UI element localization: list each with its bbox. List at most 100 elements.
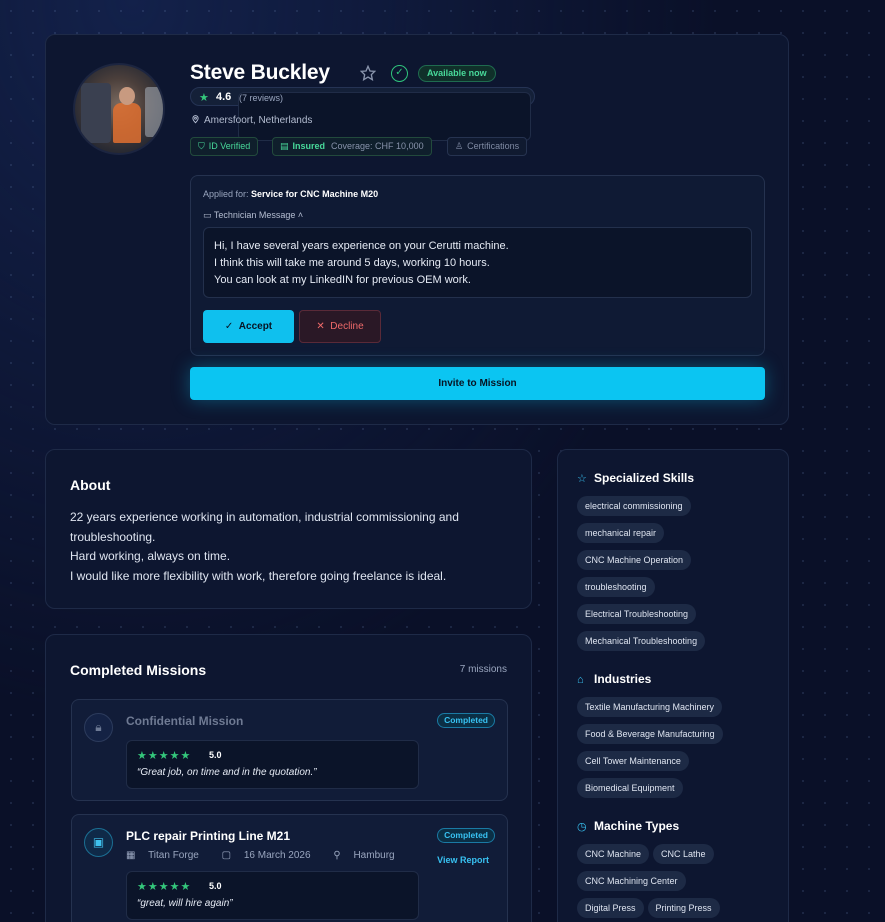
machine-types-title: Machine Types [594,819,680,833]
star-outline-icon: ☆ [577,473,587,485]
skill-tag: mechanical repair [577,523,665,543]
accept-button[interactable]: ✓ Accept [203,310,294,343]
skill-tag: Electrical Troubleshooting [577,604,697,624]
mission-item[interactable]: ▣ PLC repair Printing Line M21 Completed… [71,814,508,922]
skill-tag: troubleshooting [577,577,655,597]
message-line: Hi, I have several years experience on y… [214,240,509,252]
certifications-chip[interactable]: ♙ Certifications [447,137,528,156]
location-text: Amersfoort, Netherlands [204,115,313,126]
mission-review: ★★★★★ 5.0 “great, will hire again” [126,871,419,920]
star-icon: ★ [199,92,209,104]
check-icon: ✓ [224,321,234,332]
machine-tag: Printing Press [647,898,720,918]
specialized-skills-heading: ☆ Specialized Skills [577,471,694,485]
industries-heading: ⌂ Industries [577,672,651,686]
technician-message-label: Technician Message [213,210,296,220]
rating-pill: ★ 4.6 (7 reviews) [190,87,535,141]
calendar-icon: ▢ [221,850,232,861]
about-line: 22 years experience working in automatio… [70,510,459,544]
about-line: Hard working, always on time. [70,549,231,563]
message-line: I think this will take me around 5 days,… [214,257,490,269]
location-pin-icon [192,115,199,124]
missions-title: Completed Missions [70,662,207,678]
award-icon: ♙ [455,141,464,151]
industries-list: Textile Manufacturing Machinery Food & B… [577,697,777,805]
coverage-label: Coverage: CHF 10,000 [331,141,424,151]
machine-types-heading: ◷ Machine Types [577,819,679,833]
skill-tag: Mechanical Troubleshooting [577,631,706,651]
availability-badge: Available now [418,65,496,82]
skills-card: ☆ Specialized Skills electrical commissio… [557,449,789,922]
skill-tag: electrical commissioning [577,496,691,516]
city-text: Hamburg [353,850,395,861]
message-line: You can look at my LinkedIN for previous… [214,274,471,286]
applied-for-mission: Service for CNC Machine M20 [251,189,379,199]
city: ⚲ Hamburg [333,850,404,861]
briefcase-icon: ▣ [84,828,113,857]
avatar [73,63,165,155]
id-verified-label: ID Verified [208,141,251,151]
favorite-star-icon[interactable] [360,65,376,81]
missions-count: 7 missions [459,664,507,675]
shield-icon: ⛉ [198,141,205,151]
rating-value: 4.6 [216,91,232,103]
x-icon: ✕ [316,321,325,332]
status-badge: Completed [437,828,495,843]
mission-meta: ▦ Titan Forge ▢ 16 March 2026 ⚲ Hamburg [126,850,415,861]
location-pin-icon: ⚲ [333,850,341,861]
machine-types-list: CNC Machine CNC Lathe CNC Machining Cente… [577,844,777,922]
applied-for: Applied for: Service for CNC Machine M20 [203,189,378,199]
review-score: 5.0 [209,881,222,891]
completed-missions-card: Completed Missions 7 missions 🔒︎ Confide… [45,634,532,922]
technician-message-toggle[interactable]: ▭ Technician Message ˄ [203,210,303,221]
industry-tag: Cell Tower Maintenance [577,751,689,771]
application-panel: Applied for: Service for CNC Machine M20… [190,175,765,356]
technician-name: Steve Buckley [190,61,330,84]
view-report-link[interactable]: View Report [437,855,489,865]
decline-button[interactable]: ✕ Decline [299,310,381,343]
machine-tag: Digital Press [577,898,644,918]
about-line: I would like more flexibility with work,… [70,568,447,583]
company-name: Titan Forge [148,850,199,861]
about-text: 22 years experience working in automatio… [70,508,510,586]
date: ▢ 16 March 2026 [222,850,321,861]
verified-check-icon: ✓ [391,65,408,82]
insured-chip: ▤ Insured Coverage: CHF 10,000 [272,137,432,156]
specialized-skills-list: electrical commissioning mechanical repa… [577,496,777,658]
decline-label: Decline [330,321,364,332]
building-icon: ▦ [126,850,136,861]
mission-item[interactable]: 🔒︎ Confidential Mission Completed ★★★★★ … [71,699,508,801]
skill-tag: CNC Machine Operation [577,550,692,570]
location: Amersfoort, Netherlands [191,114,312,126]
machine-tag: CNC Lathe [653,844,714,864]
specialized-skills-title: Specialized Skills [594,471,695,485]
rating-stars-icon: ★★★★★ [137,881,192,893]
insured-label: Insured [292,141,326,151]
technician-message: Hi, I have several years experience on y… [203,227,752,298]
industry-tag: Textile Manufacturing Machinery [577,697,723,717]
rating-stars-icon: ★★★★★ [137,750,192,762]
id-verified-chip: ⛉ ID Verified [190,137,259,156]
lock-icon: 🔒︎ [84,713,113,742]
industries-title: Industries [594,672,652,686]
chevron-up-icon: ˄ [297,210,304,220]
about-title: About [70,477,111,493]
document-icon: ▤ [280,141,289,151]
mission-review: ★★★★★ 5.0 “Great job, on time and in the… [126,740,419,789]
status-badge: Completed [437,713,495,728]
certifications-label: Certifications [467,141,520,151]
clock-icon: ◷ [577,821,587,833]
about-card: About 22 years experience working in aut… [45,449,532,609]
industry-tag: Biomedical Equipment [577,778,683,798]
mission-title: Confidential Mission [126,714,244,728]
machine-tag: CNC Machining Center [577,871,686,891]
invite-to-mission-button[interactable]: Invite to Mission [190,367,765,400]
industry-tag: Food & Beverage Manufacturing [577,724,723,744]
accept-label: Accept [238,321,273,332]
factory-icon: ⌂ [577,674,584,686]
mission-title: PLC repair Printing Line M21 [126,829,291,843]
profile-card: Steve Buckley ✓ Available now ★ 4.6 (7 r… [45,34,789,425]
review-quote: “Great job, on time and in the quotation… [137,767,317,778]
machine-tag: CNC Machine [577,844,650,864]
applied-for-label: Applied for: [203,189,249,199]
